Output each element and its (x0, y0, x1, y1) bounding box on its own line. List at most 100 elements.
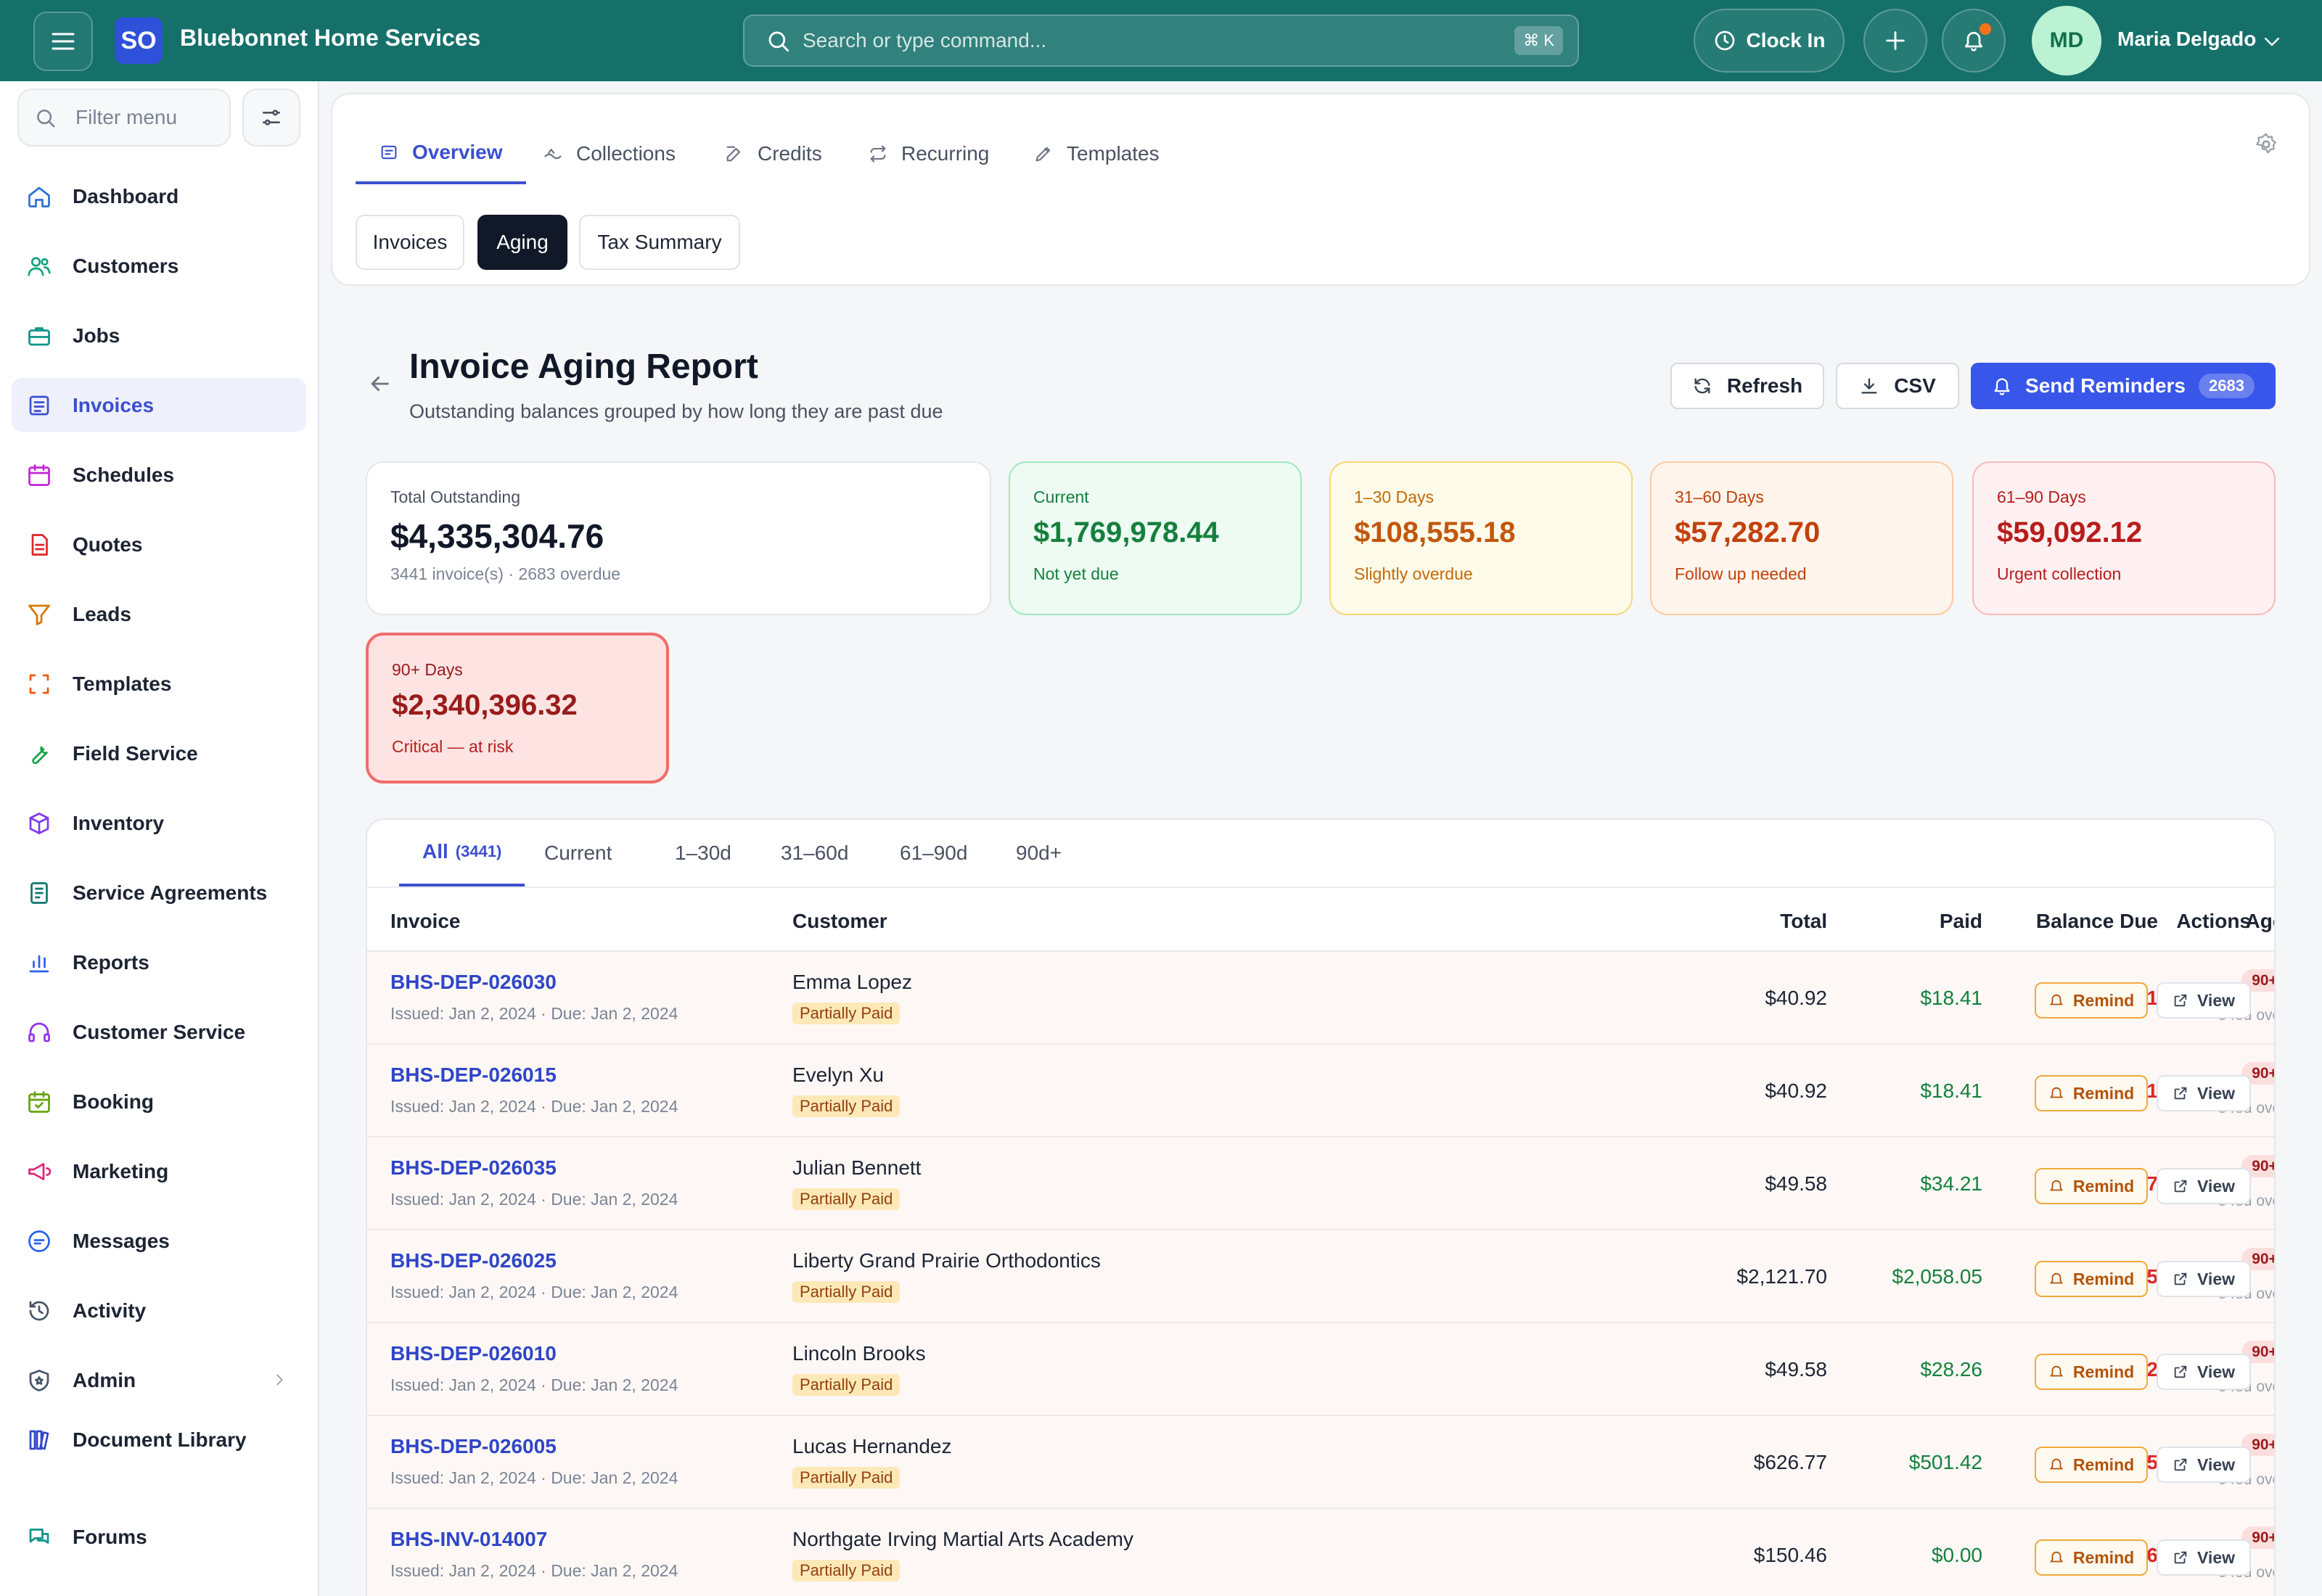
tab-overview[interactable]: Overview (356, 123, 526, 184)
filter-tab-31-60d[interactable]: 31–60d (781, 820, 848, 887)
sidebar-item-admin[interactable]: Admin (12, 1353, 306, 1407)
invoice-link[interactable]: BHS-DEP-026030 (390, 971, 557, 994)
invoice-link[interactable]: BHS-DEP-026005 (390, 1435, 557, 1458)
sidebar-item-dashboard[interactable]: Dashboard (12, 169, 306, 223)
chevron-right-icon[interactable] (271, 1372, 287, 1388)
table-row[interactable]: BHS-DEP-026035 Issued: Jan 2, 2024 · Due:… (367, 1138, 2274, 1230)
filter-tab-all[interactable]: All (3441) (399, 820, 525, 887)
sidebar-item-invoices[interactable]: Invoices (12, 378, 306, 432)
view-button[interactable]: View (2157, 1261, 2251, 1297)
table-row[interactable]: BHS-DEP-026025 Issued: Jan 2, 2024 · Due:… (367, 1230, 2274, 1323)
sidebar-item-inventory[interactable]: Inventory (12, 796, 306, 850)
current-card[interactable]: Current $1,769,978.44 Not yet due (1009, 461, 1302, 615)
clock-in-button[interactable]: Clock In (1694, 9, 1845, 73)
remind-button[interactable]: Remind (2035, 1354, 2148, 1390)
user-name[interactable]: Maria Delgado (2117, 28, 2256, 51)
tab-credits[interactable]: Credits (724, 123, 847, 184)
tab-templates[interactable]: Templates (1033, 123, 1184, 184)
card-subtext: Urgent collection (1997, 564, 2122, 583)
1-30-days-card[interactable]: 1–30 Days $108,555.18 Slightly overdue (1329, 461, 1633, 615)
external-link-icon (2174, 994, 2187, 1007)
invoice-link[interactable]: BHS-DEP-026010 (390, 1342, 557, 1365)
table-row[interactable]: BHS-DEP-026030 Issued: Jan 2, 2024 · Due:… (367, 952, 2274, 1045)
view-label: View (2197, 1176, 2235, 1196)
sidebar-item-field-service[interactable]: Field Service (12, 726, 306, 780)
view-button[interactable]: View (2157, 1354, 2251, 1390)
gear-icon[interactable] (2254, 132, 2278, 157)
subtab-invoices[interactable]: Invoices (356, 215, 464, 270)
filter-tab-61-90d[interactable]: 61–90d (900, 820, 967, 887)
invoice-link[interactable]: BHS-INV-014007 (390, 1528, 547, 1551)
sidebar-item-customer-service[interactable]: Customer Service (12, 1005, 306, 1058)
sidebar-item-label: Dashboard (73, 185, 179, 207)
menu-toggle-button[interactable] (33, 12, 93, 71)
table-row[interactable]: BHS-DEP-026005 Issued: Jan 2, 2024 · Due:… (367, 1416, 2274, 1509)
61-90-days-card[interactable]: 61–90 Days $59,092.12 Urgent collection (1972, 461, 2276, 615)
remind-button[interactable]: Remind (2035, 1261, 2148, 1297)
filter-tab-1-30d[interactable]: 1–30d (675, 820, 731, 887)
brand-name[interactable]: Bluebonnet Home Services (180, 25, 480, 52)
filter-tab-current[interactable]: Current (544, 820, 612, 887)
filter-menu[interactable] (17, 89, 231, 147)
view-button[interactable]: View (2157, 1168, 2251, 1204)
filter-menu-input[interactable] (75, 103, 221, 132)
bell-icon (2049, 994, 2063, 1005)
megaphone-icon (28, 1163, 52, 1180)
sidebar-item-reports[interactable]: Reports (12, 935, 306, 989)
back-arrow-icon[interactable] (367, 371, 392, 396)
sidebar-item-service-agreements[interactable]: Service Agreements (12, 865, 306, 919)
view-label: View (2197, 1269, 2235, 1288)
refresh-button[interactable]: Refresh (1670, 363, 1824, 409)
csv-export-button[interactable]: CSV (1836, 363, 1959, 409)
tab-recurring[interactable]: Recurring (868, 123, 1014, 184)
avatar[interactable]: MD (2032, 6, 2101, 75)
remind-button[interactable]: Remind (2035, 1539, 2148, 1576)
remind-button[interactable]: Remind (2035, 982, 2148, 1019)
table-row[interactable]: BHS-DEP-026010 Issued: Jan 2, 2024 · Due:… (367, 1323, 2274, 1416)
bell-icon (1994, 378, 2010, 395)
invoice-link[interactable]: BHS-DEP-026025 (390, 1249, 557, 1272)
tab-collections[interactable]: Collections (543, 123, 700, 184)
sidebar-item-activity[interactable]: Activity (12, 1283, 306, 1337)
sidebar-item-document-library[interactable]: Document Library (12, 1412, 306, 1466)
search-input[interactable] (803, 25, 1456, 57)
sidebar-item-label: Service Agreements (73, 881, 268, 904)
view-button[interactable]: View (2157, 982, 2251, 1019)
notifications-button[interactable] (1942, 9, 2006, 73)
subtab-tax-summary[interactable]: Tax Summary (579, 215, 740, 270)
table-row[interactable]: BHS-DEP-026015 Issued: Jan 2, 2024 · Due:… (367, 1045, 2274, 1138)
sidebar-item-quotes[interactable]: Quotes (12, 517, 306, 571)
table-row[interactable]: BHS-INV-014007 Issued: Jan 2, 2024 · Due:… (367, 1509, 2274, 1596)
total-outstanding-card[interactable]: Total Outstanding $4,335,304.76 3441 invoi… (366, 461, 991, 615)
subtab-aging[interactable]: Aging (477, 215, 567, 270)
send-reminders-button[interactable]: Send Reminders 2683 (1971, 363, 2276, 409)
sidebar-item-customers[interactable]: Customers (12, 239, 306, 292)
filter-tab-90d+[interactable]: 90d+ (1016, 820, 1062, 887)
sidebar-item-booking[interactable]: Booking (12, 1074, 306, 1128)
app-logo[interactable]: SO (115, 17, 163, 64)
chevron-down-icon[interactable] (2261, 30, 2283, 52)
remind-button[interactable]: Remind (2035, 1168, 2148, 1204)
remind-button[interactable]: Remind (2035, 1447, 2148, 1483)
sidebar-item-messages[interactable]: Messages (12, 1214, 306, 1267)
31-60-days-card[interactable]: 31–60 Days $57,282.70 Follow up needed (1650, 461, 1953, 615)
sidebar-item-forums[interactable]: Forums (12, 1510, 306, 1563)
sidebar-item-jobs[interactable]: Jobs (12, 308, 306, 362)
view-button[interactable]: View (2157, 1539, 2251, 1576)
sidebar-item-templates[interactable]: Templates (12, 657, 306, 710)
sidebar-item-marketing[interactable]: Marketing (12, 1144, 306, 1198)
invoice-link[interactable]: BHS-DEP-026015 (390, 1064, 557, 1087)
quick-add-button[interactable] (1863, 9, 1927, 73)
clock-in-label: Clock In (1746, 29, 1826, 52)
view-button[interactable]: View (2157, 1075, 2251, 1111)
filter-settings-button[interactable] (242, 89, 300, 147)
card-subtext: 3441 invoice(s) · 2683 overdue (390, 564, 621, 583)
invoice-link[interactable]: BHS-DEP-026035 (390, 1156, 557, 1180)
sidebar-item-schedules[interactable]: Schedules (12, 448, 306, 501)
invoices-table-card: All (3441) Current 1–30d 31–60d 61–90d 90d+ In… (366, 818, 2276, 1596)
remind-button[interactable]: Remind (2035, 1075, 2148, 1111)
90-plus-days-card[interactable]: 90+ Days $2,340,396.32 Critical — at risk (366, 633, 669, 783)
view-button[interactable]: View (2157, 1447, 2251, 1483)
command-search[interactable]: ⌘ K (743, 15, 1579, 67)
sidebar-item-leads[interactable]: Leads (12, 587, 306, 641)
